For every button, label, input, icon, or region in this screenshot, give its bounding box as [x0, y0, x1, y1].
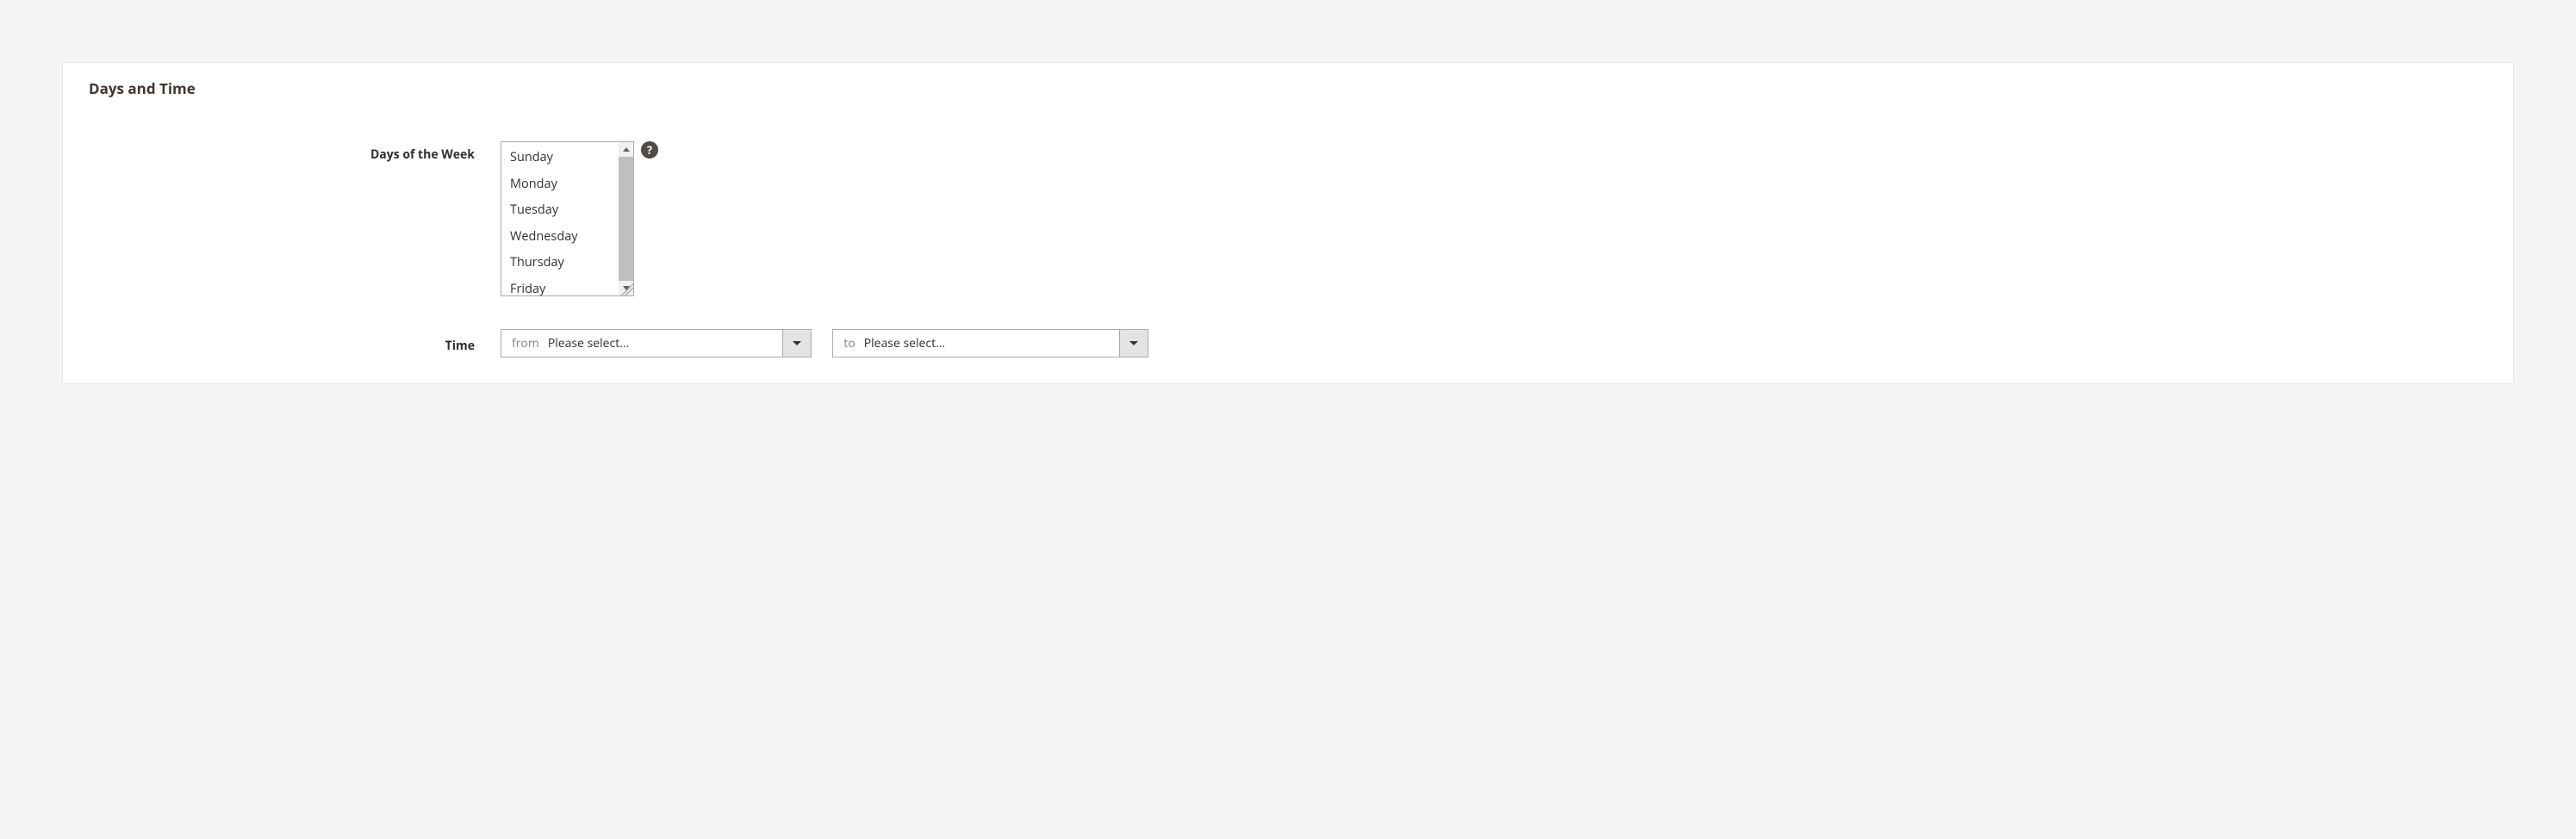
day-option[interactable]: Sunday — [501, 146, 619, 172]
day-option[interactable]: Monday — [501, 172, 619, 199]
time-to-value: Please select... — [861, 335, 950, 351]
time-label-col: Time — [89, 332, 501, 354]
days-control-col: Sunday Monday Tuesday Wednesday Thursday… — [501, 141, 658, 296]
day-option[interactable]: Tuesday — [501, 198, 619, 225]
time-from-prefix: from — [501, 335, 544, 351]
days-multiselect[interactable]: Sunday Monday Tuesday Wednesday Thursday… — [501, 141, 634, 296]
help-icon[interactable]: ? — [641, 141, 658, 158]
chevron-down-icon — [1129, 341, 1138, 345]
scroll-up-button[interactable] — [619, 142, 633, 157]
days-of-week-row: Days of the Week Sunday Monday Tuesday W… — [89, 141, 2487, 296]
days-and-time-section: Days and Time Days of the Week Sunday Mo… — [62, 62, 2514, 384]
time-label: Time — [445, 338, 475, 354]
time-controls: from Please select... to Please select..… — [501, 329, 1148, 357]
section-title: Days and Time — [89, 78, 2487, 98]
time-to-prefix: to — [833, 335, 860, 351]
time-from-select[interactable]: from Please select... — [501, 329, 812, 357]
time-to-dropdown-button[interactable] — [1119, 330, 1148, 357]
time-from-dropdown-button[interactable] — [782, 330, 811, 357]
chevron-up-icon — [623, 147, 630, 152]
chevron-down-icon — [793, 341, 801, 345]
multiselect-scrollbar[interactable] — [619, 142, 633, 295]
day-option[interactable]: Thursday — [501, 251, 619, 277]
chevron-down-icon — [623, 286, 630, 290]
days-options-list: Sunday Monday Tuesday Wednesday Thursday… — [501, 142, 619, 295]
days-label-col: Days of the Week — [89, 141, 501, 163]
scroll-down-button[interactable] — [619, 281, 633, 295]
time-to-select[interactable]: to Please select... — [832, 329, 1148, 357]
time-row: Time from Please select... to Please sel… — [89, 329, 2487, 357]
day-option[interactable]: Wednesday — [501, 225, 619, 252]
days-of-week-label: Days of the Week — [370, 146, 475, 163]
time-from-value: Please select... — [544, 335, 634, 351]
day-option[interactable]: Friday — [501, 277, 619, 295]
